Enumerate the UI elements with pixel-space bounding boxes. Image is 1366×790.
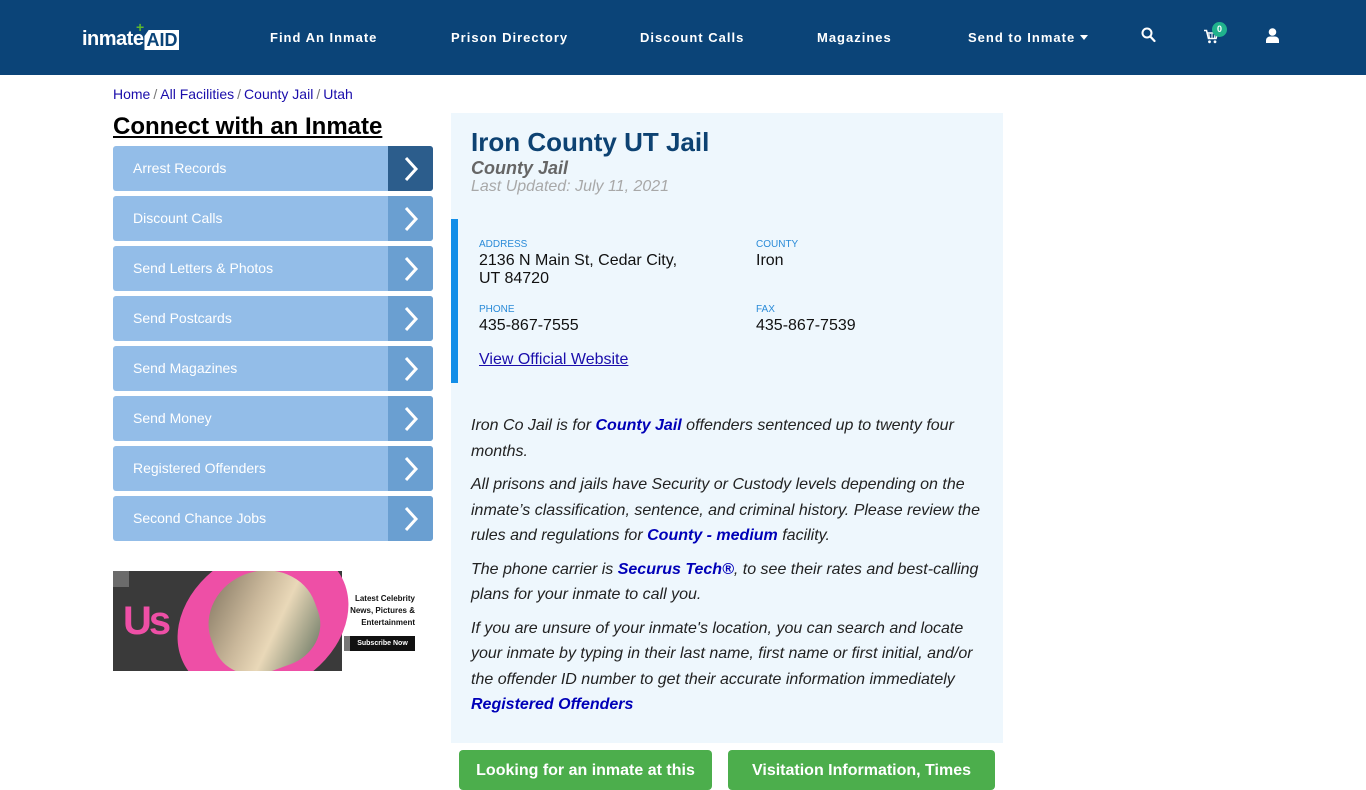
securus-tech-link[interactable]: Securus Tech® bbox=[618, 561, 734, 578]
phone-value: 435-867-7555 bbox=[479, 317, 579, 334]
sidebar-item-send-postcards[interactable]: Send Postcards bbox=[113, 296, 433, 341]
description-text: Iron Co Jail is for bbox=[471, 417, 596, 434]
last-updated: Last Updated: July 11, 2021 bbox=[471, 178, 670, 195]
search-icon[interactable] bbox=[1141, 27, 1156, 48]
breadcrumb: Home / All Facilities / County Jail / Utah bbox=[113, 86, 353, 102]
chevron-right-icon bbox=[388, 196, 433, 241]
top-navbar: inmate AID + Find An Inmate Prison Direc… bbox=[0, 0, 1366, 75]
county-value: Iron bbox=[756, 252, 784, 269]
registered-offenders-link[interactable]: Registered Offenders bbox=[471, 696, 633, 713]
county-jail-link[interactable]: County Jail bbox=[595, 417, 681, 434]
inmate-search-button[interactable]: Looking for an inmate at this bbox=[459, 750, 712, 790]
sidebar-item-send-letters-photos[interactable]: Send Letters & Photos bbox=[113, 246, 433, 291]
sidebar-item-label: Discount Calls bbox=[133, 210, 223, 226]
ad-brand-logo: Us bbox=[123, 599, 171, 643]
sidebar-item-arrest-records[interactable]: Arrest Records bbox=[113, 146, 433, 191]
sidebar-item-label: Registered Offenders bbox=[133, 460, 266, 476]
ad-copy: Latest Celebrity News, Pictures & Entert… bbox=[350, 593, 415, 629]
chevron-right-icon bbox=[388, 346, 433, 391]
logo-text-aid: AID bbox=[144, 30, 180, 50]
nav-discount-calls[interactable]: Discount Calls bbox=[640, 30, 744, 46]
sidebar-menu: Arrest Records Discount Calls Send Lette… bbox=[113, 146, 433, 546]
breadcrumb-separator: / bbox=[316, 86, 321, 102]
sidebar-item-send-money[interactable]: Send Money bbox=[113, 396, 433, 441]
sidebar-item-label: Second Chance Jobs bbox=[133, 510, 267, 526]
nav-send-to-inmate-label: Send to Inmate bbox=[968, 30, 1076, 45]
county-medium-link[interactable]: County - medium bbox=[647, 527, 778, 544]
ad-subscribe-button[interactable]: Subscribe Now bbox=[344, 636, 415, 651]
logo-plus-icon: + bbox=[136, 19, 145, 35]
county-label: County bbox=[756, 239, 799, 250]
facility-info-box: Address 2136 N Main St, Cedar City, UT 8… bbox=[451, 219, 1003, 383]
sidebar-title: Connect with an Inmate bbox=[113, 113, 383, 140]
sidebar-item-label: Send Money bbox=[133, 410, 212, 426]
facility-name: Iron County UT Jail bbox=[471, 127, 710, 157]
ad-copy-line: News, Pictures & bbox=[350, 606, 415, 615]
ad-copy-line: Latest Celebrity bbox=[354, 594, 415, 603]
facility-card: Iron County UT Jail County Jail Last Upd… bbox=[451, 113, 1003, 743]
sidebar-item-label: Send Magazines bbox=[133, 360, 238, 376]
sidebar-item-send-magazines[interactable]: Send Magazines bbox=[113, 346, 433, 391]
breadcrumb-utah[interactable]: Utah bbox=[323, 86, 353, 102]
ad-background: Us bbox=[113, 571, 376, 671]
logo[interactable]: inmate AID + bbox=[82, 20, 180, 50]
breadcrumb-home[interactable]: Home bbox=[113, 86, 150, 102]
phone-label: Phone bbox=[479, 304, 515, 315]
chevron-right-icon bbox=[388, 246, 433, 291]
description-text: facility. bbox=[777, 527, 830, 544]
sidebar-item-label: Arrest Records bbox=[133, 160, 227, 176]
nav-find-an-inmate[interactable]: Find An Inmate bbox=[270, 30, 377, 46]
chevron-right-icon bbox=[388, 446, 433, 491]
description-paragraph: If you are unsure of your inmate's locat… bbox=[471, 616, 986, 718]
description-text: The phone carrier is bbox=[471, 560, 618, 578]
sidebar-item-label: Send Letters & Photos bbox=[133, 260, 274, 276]
sidebar-item-second-chance-jobs[interactable]: Second Chance Jobs bbox=[113, 496, 433, 541]
nav-send-to-inmate[interactable]: Send to Inmate bbox=[968, 30, 1089, 46]
nav-prison-directory[interactable]: Prison Directory bbox=[451, 30, 568, 46]
breadcrumb-all-facilities[interactable]: All Facilities bbox=[160, 86, 234, 102]
chevron-right-icon bbox=[388, 396, 433, 441]
caret-down-icon bbox=[1080, 35, 1089, 40]
description-paragraph: Iron Co Jail is for County Jail offender… bbox=[471, 413, 986, 464]
sidebar-item-registered-offenders[interactable]: Registered Offenders bbox=[113, 446, 433, 491]
ad-banner[interactable]: Us Latest Celebrity News, Pictures & Ent… bbox=[113, 571, 417, 671]
description-text: If you are unsure of your inmate's locat… bbox=[471, 619, 973, 688]
ad-copy-line: Entertainment bbox=[361, 618, 415, 627]
facility-type: County Jail bbox=[471, 158, 569, 178]
address-label: Address bbox=[479, 239, 528, 250]
breadcrumb-county-jail[interactable]: County Jail bbox=[244, 86, 313, 102]
sidebar-item-label: Send Postcards bbox=[133, 310, 232, 326]
chevron-right-icon bbox=[388, 496, 433, 541]
chevron-right-icon bbox=[388, 296, 433, 341]
cart-count-badge: 0 bbox=[1212, 22, 1227, 37]
user-icon[interactable] bbox=[1266, 28, 1279, 48]
description-paragraph: The phone carrier is Securus Tech®, to s… bbox=[471, 557, 986, 608]
facility-description: Iron Co Jail is for County Jail offender… bbox=[471, 413, 986, 726]
fax-label: Fax bbox=[756, 304, 775, 315]
logo-text-inmate: inmate bbox=[82, 28, 144, 50]
breadcrumb-separator: / bbox=[237, 86, 242, 102]
ad-choices-icon[interactable] bbox=[113, 571, 129, 587]
address-line1: 2136 N Main St, Cedar City, bbox=[479, 252, 678, 269]
breadcrumb-separator: / bbox=[153, 86, 158, 102]
chevron-right-icon bbox=[388, 146, 433, 191]
sidebar-item-discount-calls[interactable]: Discount Calls bbox=[113, 196, 433, 241]
view-official-website-link[interactable]: View Official Website bbox=[479, 351, 628, 369]
nav-magazines[interactable]: Magazines bbox=[817, 30, 892, 46]
address-line2: UT 84720 bbox=[479, 270, 549, 287]
description-paragraph: All prisons and jails have Security or C… bbox=[471, 472, 986, 549]
visitation-info-button[interactable]: Visitation Information, Times bbox=[728, 750, 995, 790]
fax-value: 435-867-7539 bbox=[756, 317, 856, 334]
